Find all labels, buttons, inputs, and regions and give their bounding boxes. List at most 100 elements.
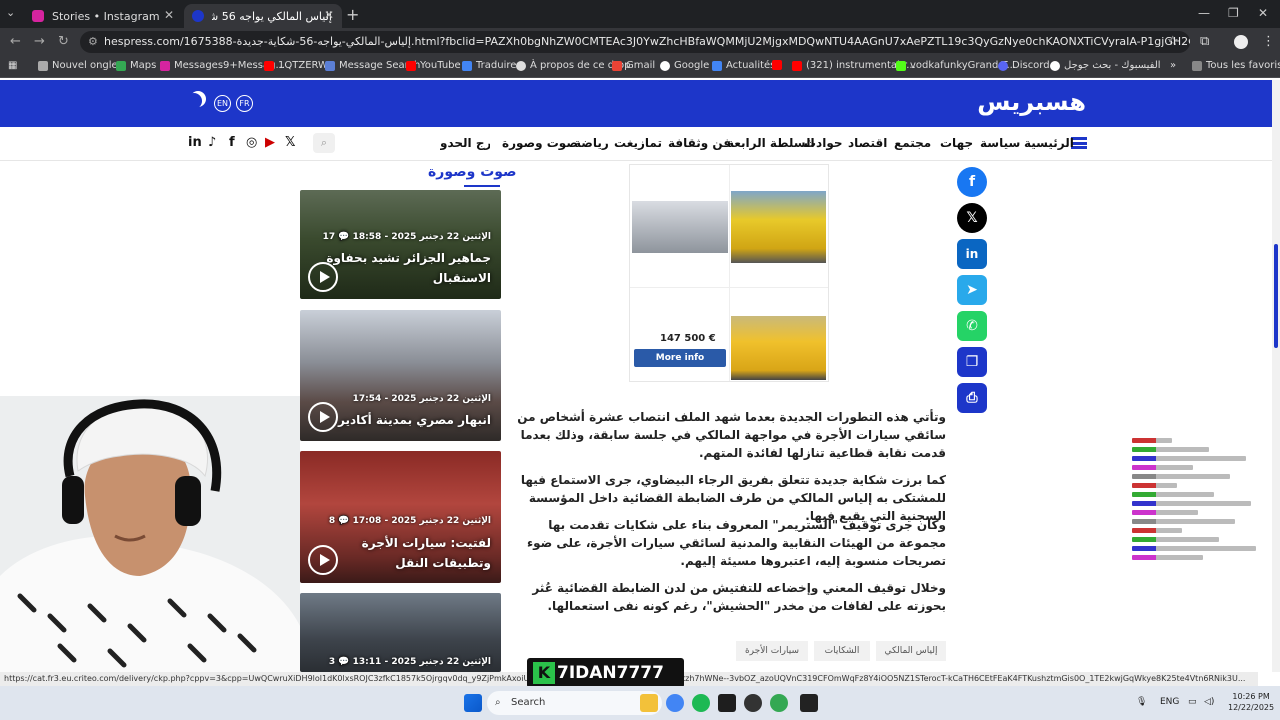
video-card[interactable]: 3 💬 الإثنين 22 دجنبر 2025 - 13:11	[300, 593, 501, 672]
video-card[interactable]: 17 💬 الإثنين 22 دجنبر 2025 - 18:58 جماهي…	[300, 190, 501, 299]
extensions-icon[interactable]: ⧉	[1200, 34, 1209, 49]
volume-icon[interactable]: ◁)	[1204, 697, 1214, 707]
more-info-button[interactable]: More info	[634, 349, 726, 367]
bookmark-item[interactable]: Traduire	[462, 60, 516, 71]
bookmark-item[interactable]: Google	[660, 60, 709, 71]
lang-fr-button[interactable]: FR	[236, 95, 253, 112]
site-info-icon[interactable]: ⚙	[88, 31, 98, 53]
close-icon[interactable]: ✕	[164, 8, 174, 22]
video-card[interactable]: 8 💬 الإثنين 22 دجنبر 2025 - 17:08 لفتيت:…	[300, 451, 501, 583]
tag[interactable]: إلياس المالكي	[876, 641, 946, 661]
tag[interactable]: الشكايات	[814, 641, 870, 661]
play-icon[interactable]	[308, 402, 338, 432]
lang-en-button[interactable]: EN	[214, 95, 231, 112]
x-icon[interactable]: 𝕏	[285, 135, 295, 150]
article-paragraph: وكان جرى توقيف "الستريمر" المعروف بناء ع…	[526, 518, 946, 568]
tag[interactable]: سيارات الأجرة	[736, 641, 808, 661]
ad-box[interactable]: 147 500 € More info	[629, 164, 829, 382]
bookmark-item[interactable]: Nouvel onglet	[38, 60, 122, 71]
search-icon[interactable]: ⌕	[313, 133, 335, 153]
chrome-icon[interactable]	[666, 694, 684, 712]
mic-icon[interactable]: 🎙	[1136, 697, 1147, 707]
bookmark-item[interactable]: الفيسبوك - بحث جوجل	[1050, 60, 1161, 71]
chat-line	[1132, 456, 1246, 461]
epic-games-icon[interactable]	[800, 694, 818, 712]
taskbar-search-label: Search	[511, 697, 546, 708]
maps-icon	[116, 60, 126, 71]
nav-item[interactable]: خارج الحدو	[440, 136, 490, 150]
bookmark-item[interactable]	[772, 60, 786, 70]
reload-icon[interactable]: ↻	[58, 34, 69, 49]
file-explorer-icon[interactable]	[640, 694, 658, 712]
instagram-icon[interactable]: ◎	[246, 135, 257, 150]
bookmark-item[interactable]: Discord	[998, 60, 1050, 71]
chevron-right-icon[interactable]: »	[1170, 60, 1176, 71]
ad-truck-image[interactable]	[731, 316, 826, 380]
ad-truck-image[interactable]	[731, 191, 826, 263]
new-tab-button[interactable]: +	[346, 5, 359, 24]
nav-item[interactable]: الرئيسية	[1024, 136, 1074, 150]
ad-machine-image[interactable]	[632, 201, 728, 253]
nav-item[interactable]: اقتصاد	[848, 136, 887, 150]
page-scrollbar[interactable]	[1272, 80, 1280, 672]
share-x-icon[interactable]: 𝕏	[957, 203, 987, 233]
nav-item[interactable]: تمازيغت	[614, 136, 662, 150]
share-whatsapp-icon[interactable]: ✆	[957, 311, 987, 341]
menu-icon[interactable]: ⋮	[1262, 34, 1275, 49]
scroll-thumb[interactable]	[1274, 244, 1278, 348]
bookmark-item[interactable]: YouTube	[406, 60, 461, 71]
nav-item[interactable]: رياضة	[574, 136, 609, 150]
youtube-icon[interactable]: ▶	[265, 135, 275, 150]
video-card[interactable]: الإثنين 22 دجنبر 2025 - 17:54 انبهار مصر…	[300, 310, 501, 441]
site-logo[interactable]: هسبريس	[977, 88, 1086, 116]
bookmark-star-icon[interactable]: ☆	[1167, 34, 1179, 49]
nav-item[interactable]: صوت وصورة	[502, 136, 578, 150]
close-icon[interactable]: ✕	[324, 8, 334, 22]
tab-title: Stories • Instagram	[52, 9, 160, 23]
share-linkedin-icon[interactable]: in	[957, 239, 987, 269]
maximize-icon[interactable]: ❐	[1228, 6, 1239, 20]
bookmark-item[interactable]: 1QTZERW	[264, 60, 328, 71]
facebook-icon[interactable]: f	[229, 135, 235, 150]
close-window-icon[interactable]: ✕	[1258, 6, 1268, 20]
news-icon	[712, 60, 722, 71]
play-icon[interactable]	[308, 545, 338, 575]
forward-icon[interactable]: →	[34, 34, 45, 49]
share-facebook-icon[interactable]: f	[957, 167, 987, 197]
copy-link-icon[interactable]: ❐	[957, 347, 987, 377]
language-indicator[interactable]: ENG	[1160, 697, 1179, 707]
obs-icon[interactable]	[744, 694, 762, 712]
nav-item[interactable]: سياسة	[980, 136, 1020, 150]
dark-mode-icon[interactable]	[186, 93, 202, 109]
apps-icon[interactable]: ▦	[8, 60, 17, 71]
taskbar-clock[interactable]: 10:26 PM 12/22/2025	[1228, 691, 1274, 713]
bookmark-item[interactable]: Actualités	[712, 60, 775, 71]
minimize-icon[interactable]: —	[1198, 6, 1210, 20]
section-title[interactable]: صوت وصورة	[428, 164, 517, 180]
tab-list-icon[interactable]: ⌄	[6, 6, 15, 19]
profile-avatar[interactable]	[1234, 35, 1248, 49]
taskbar-search[interactable]: ⌕ Search	[487, 691, 662, 715]
bookmark-item[interactable]: Gmail	[612, 60, 655, 71]
tab-instagram[interactable]: Stories • Instagram ✕	[24, 4, 182, 28]
spotify-icon[interactable]	[692, 694, 710, 712]
linkedin-icon[interactable]: in	[188, 135, 202, 150]
windows-start-icon[interactable]	[464, 694, 482, 712]
share-telegram-icon[interactable]: ➤	[957, 275, 987, 305]
bookmark-item[interactable]: Maps	[116, 60, 156, 71]
back-icon[interactable]: ←	[10, 34, 21, 49]
chat-line	[1132, 537, 1219, 542]
nav-item[interactable]: فن وثقافة	[668, 136, 731, 150]
chrome-icon[interactable]	[770, 694, 788, 712]
app-icon[interactable]	[718, 694, 736, 712]
network-icon[interactable]: ▭	[1188, 697, 1197, 707]
tab-hespress[interactable]: إلياس المالكي يواجه 56 شكاية جـ ✕	[184, 4, 342, 28]
nav-item[interactable]: السلطة الرابعة	[727, 136, 815, 150]
address-bar[interactable]: ⚙ hespress.com/1675388-إلياس-المالكي-يوا…	[80, 31, 1190, 53]
nav-item[interactable]: مجتمع	[894, 136, 931, 150]
play-icon[interactable]	[308, 262, 338, 292]
tiktok-icon[interactable]: ♪	[208, 135, 216, 150]
print-icon[interactable]: ⎙	[957, 383, 987, 413]
nav-item[interactable]: جهات	[940, 136, 973, 150]
all-bookmarks[interactable]: Tous les favoris	[1192, 60, 1280, 71]
